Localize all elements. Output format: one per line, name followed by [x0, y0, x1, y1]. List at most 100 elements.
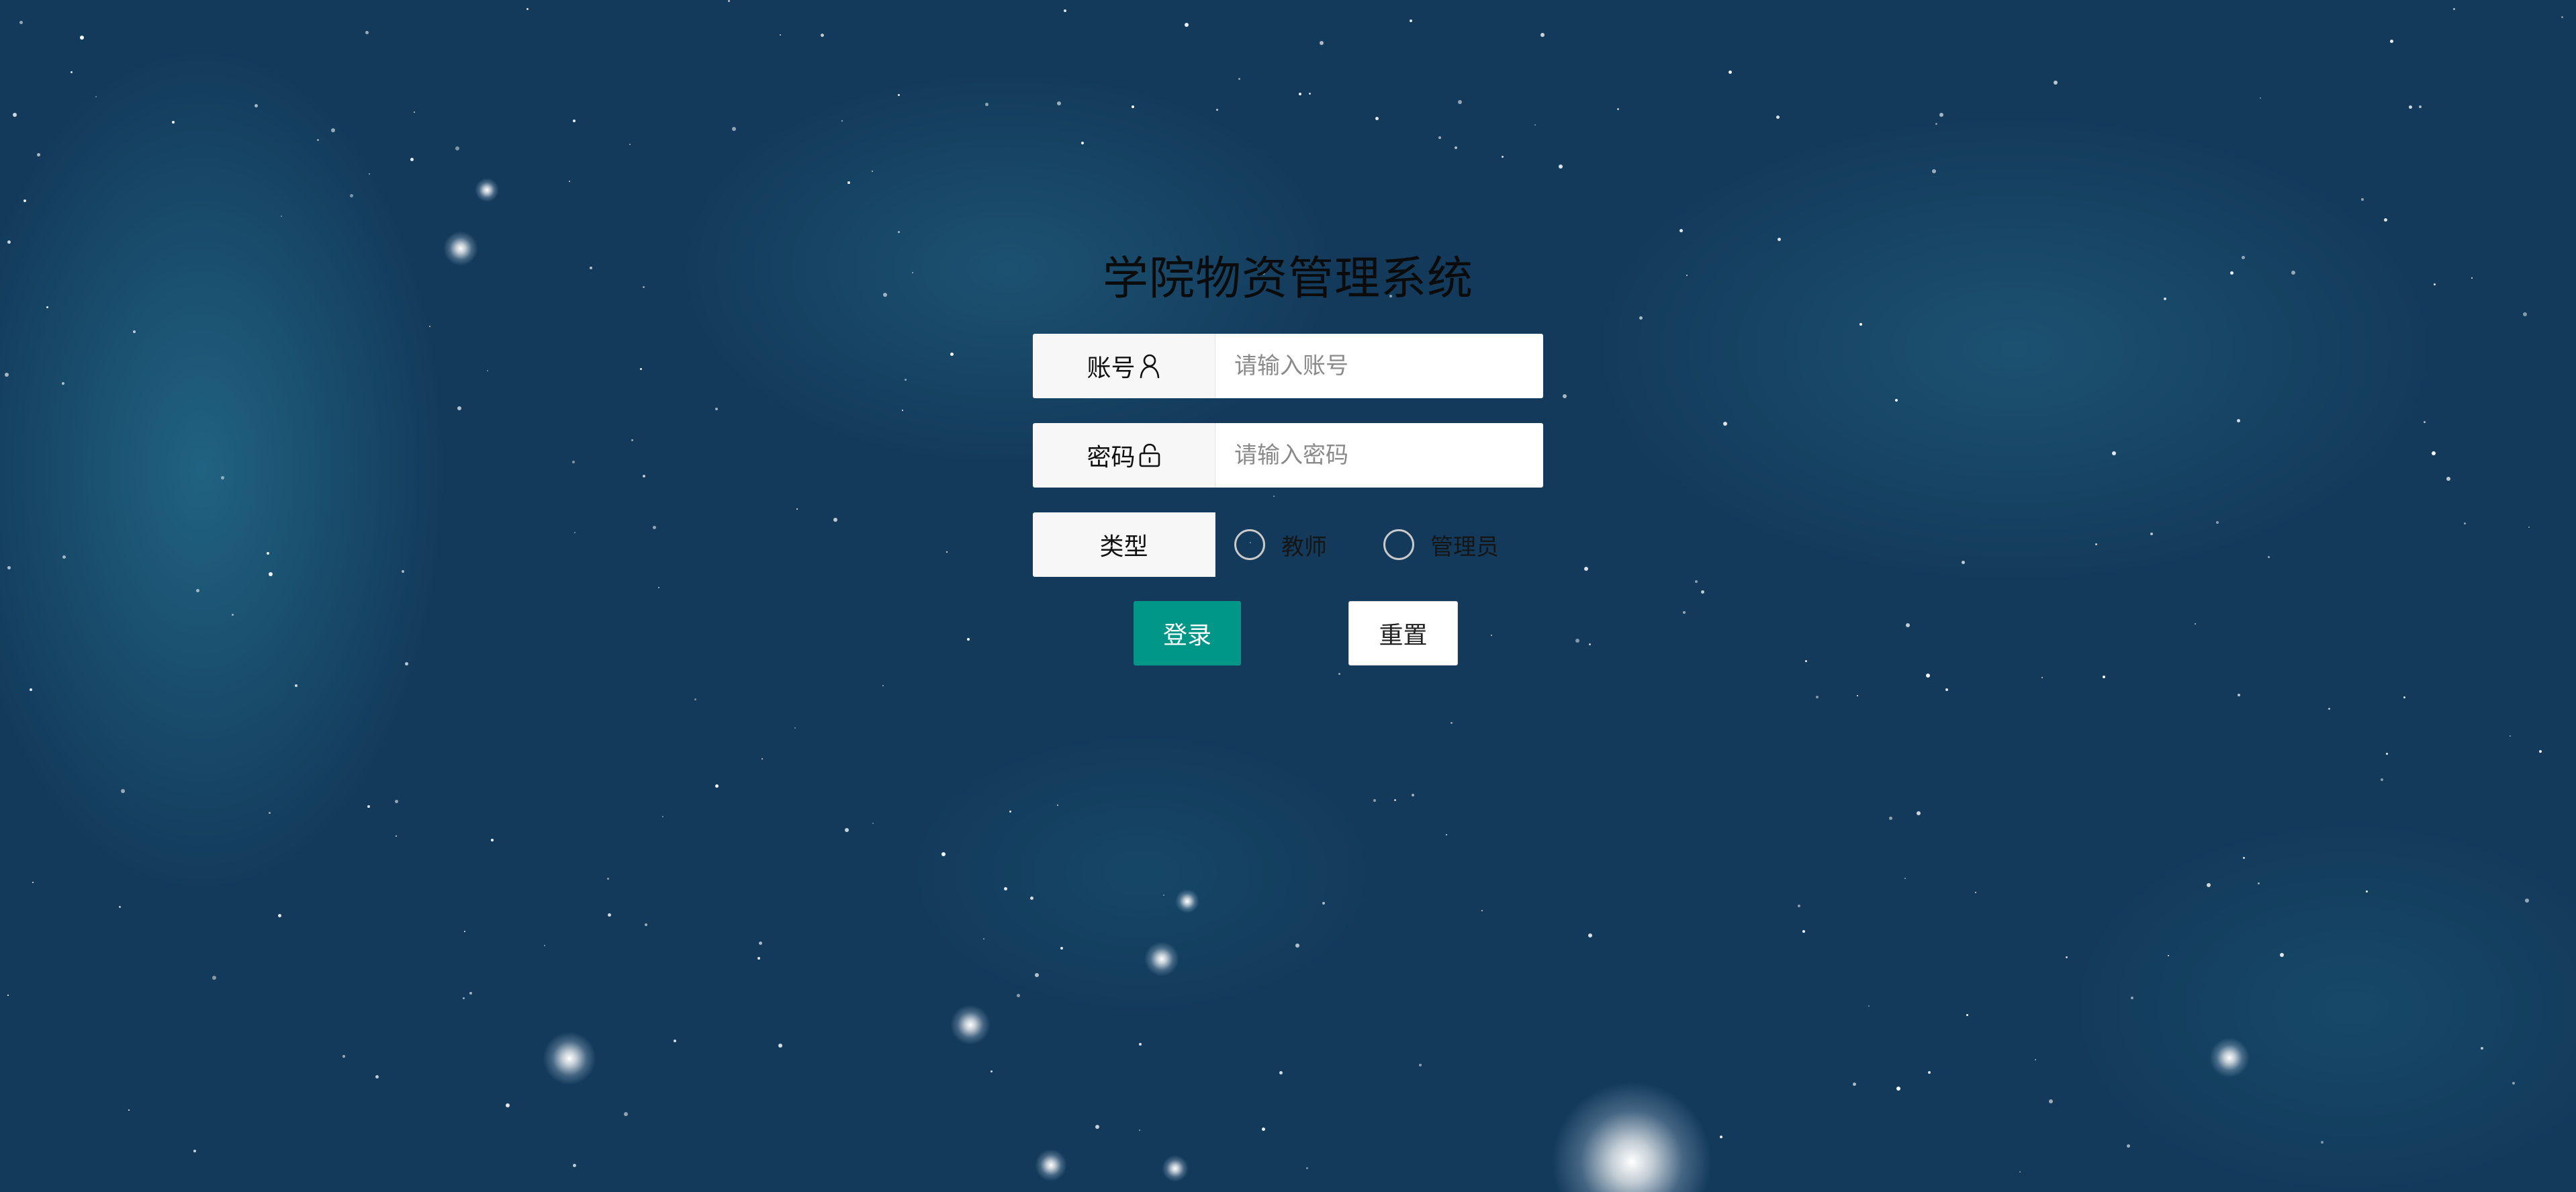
star [902, 410, 903, 411]
star [1004, 887, 1007, 890]
star [1935, 123, 1937, 125]
bright-star [1035, 1149, 1067, 1181]
star [1975, 892, 1976, 893]
star [2260, 97, 2261, 99]
star [1338, 673, 1340, 675]
star [269, 572, 273, 576]
type-label: 类型 [1099, 533, 1148, 561]
radio-admin[interactable]: 管理员 [1383, 529, 1499, 561]
star [905, 379, 907, 381]
star [30, 688, 32, 691]
star [2112, 451, 2116, 455]
star [1410, 19, 1412, 22]
star [172, 121, 175, 124]
star [1588, 933, 1592, 937]
star [1857, 695, 1858, 696]
star [2238, 694, 2240, 696]
star [1686, 275, 1688, 276]
star [1295, 944, 1299, 948]
radio-admin-label: 管理员 [1430, 533, 1499, 561]
star [2424, 421, 2426, 423]
star [1895, 399, 1898, 402]
star [1617, 108, 1619, 110]
star [331, 128, 335, 132]
star [872, 823, 874, 824]
star [1491, 635, 1492, 636]
star [1081, 142, 1084, 144]
account-label-box: 账号 [1033, 334, 1215, 398]
star [395, 800, 398, 803]
reset-button[interactable]: 重置 [1348, 601, 1458, 666]
star [2216, 521, 2219, 524]
star [506, 1103, 510, 1107]
star [1139, 1130, 1140, 1131]
star [694, 698, 696, 700]
star [255, 104, 258, 107]
star [2561, 16, 2563, 18]
star [1723, 422, 1727, 426]
star [281, 216, 282, 217]
star [882, 685, 884, 686]
star [1451, 722, 1453, 724]
star [574, 532, 576, 533]
star [1853, 1083, 1856, 1086]
star [653, 526, 656, 529]
star [1306, 1167, 1308, 1169]
star [2268, 556, 2270, 558]
radio-teacher[interactable]: 教师 [1234, 529, 1327, 561]
star [573, 120, 576, 122]
star [1701, 590, 1704, 594]
star [193, 1150, 196, 1152]
login-button[interactable]: 登录 [1134, 601, 1241, 666]
star [1859, 323, 1862, 326]
star [2464, 522, 2466, 524]
star [402, 570, 404, 573]
star [715, 784, 719, 788]
bright-star [543, 1031, 596, 1085]
radio-circle-icon[interactable] [1383, 529, 1414, 560]
star [624, 1112, 628, 1116]
star [821, 34, 824, 37]
star [2434, 283, 2436, 285]
star [1030, 897, 1033, 900]
star [2054, 81, 2058, 85]
star [1095, 1125, 1099, 1129]
star [1273, 496, 1275, 497]
star [569, 181, 570, 182]
star [643, 475, 645, 477]
star [1299, 93, 1301, 95]
star [1906, 623, 1910, 627]
star [572, 461, 575, 463]
account-row: 账号 [1033, 334, 1543, 398]
star [2095, 543, 2097, 545]
star [898, 231, 900, 233]
radio-circle-icon[interactable] [1234, 529, 1265, 560]
star [410, 158, 414, 161]
password-input[interactable] [1233, 441, 1526, 469]
star [985, 103, 988, 106]
star [1683, 611, 1686, 614]
account-input[interactable] [1233, 352, 1526, 380]
star [847, 181, 850, 184]
star [1534, 124, 1536, 126]
star [2291, 271, 2295, 275]
star [1057, 805, 1058, 806]
star [2523, 312, 2527, 316]
star [62, 382, 64, 385]
star [1035, 973, 1039, 977]
star [658, 587, 659, 588]
star [2237, 419, 2240, 422]
star [2446, 477, 2450, 481]
star [269, 812, 271, 814]
star [2035, 1059, 2036, 1060]
star [1238, 78, 1240, 80]
star [1720, 1136, 1722, 1138]
star [1563, 394, 1567, 398]
star [728, 0, 730, 2]
bright-star [1144, 942, 1179, 976]
star [350, 194, 353, 197]
star [2131, 997, 2133, 999]
star [629, 144, 631, 145]
star [2103, 676, 2105, 678]
star [455, 146, 459, 150]
